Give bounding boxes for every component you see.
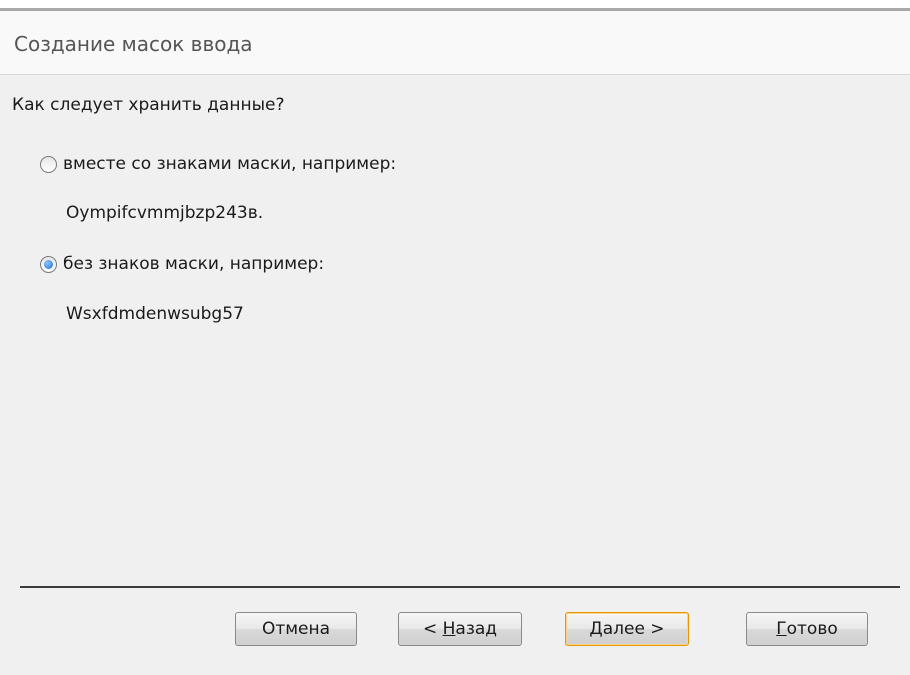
back-button-mnemonic: Н xyxy=(442,619,456,639)
wizard-header: Создание масок ввода xyxy=(0,11,910,75)
cancel-button-label: Отмена xyxy=(261,619,331,639)
cancel-button[interactable]: Отмена xyxy=(235,612,357,646)
next-button-label: алее > xyxy=(602,619,665,639)
example-with-mask: Oympifcvmmjbzp243в. xyxy=(66,203,264,223)
radio-option-label[interactable]: без знаков маски, например: xyxy=(63,254,324,274)
finish-button[interactable]: Готово xyxy=(746,612,868,646)
example-without-mask: Wsxfdmdenwsubg57 xyxy=(66,304,244,324)
radio-option-with-mask[interactable]: вместе со знаками маски, например: xyxy=(40,152,396,176)
back-button-prefix: < xyxy=(422,619,443,639)
next-button-mnemonic: Д xyxy=(589,619,603,639)
back-button[interactable]: < Назад xyxy=(398,612,522,646)
question-label: Как следует хранить данные? xyxy=(12,95,285,115)
radio-button-unchecked[interactable] xyxy=(40,155,57,173)
divider xyxy=(20,586,900,588)
finish-button-mnemonic: Г xyxy=(776,619,787,639)
next-button[interactable]: Далее > xyxy=(565,612,689,646)
finish-button-label: отово xyxy=(786,619,838,639)
radio-button-checked[interactable] xyxy=(40,255,57,273)
radio-option-without-mask[interactable]: без знаков маски, например: xyxy=(40,252,324,276)
radio-option-label[interactable]: вместе со знаками маски, например: xyxy=(63,154,396,174)
window-top-edge xyxy=(0,0,910,11)
dialog-title: Создание масок ввода xyxy=(14,32,253,56)
back-button-label: азад xyxy=(455,619,498,639)
